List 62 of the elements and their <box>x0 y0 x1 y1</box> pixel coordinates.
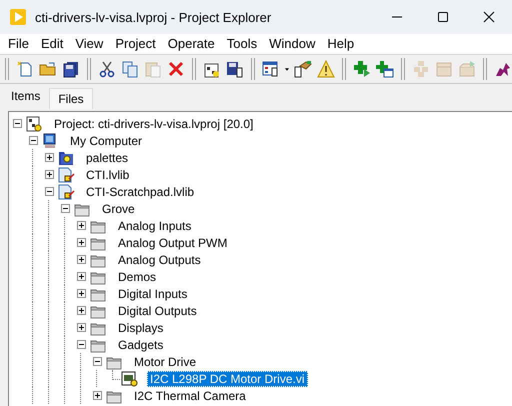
tree-item[interactable]: My Computer <box>67 132 146 148</box>
window-title: cti-drivers-lv-visa.lvproj - Project Explorer <box>35 10 272 24</box>
tree-item[interactable]: CTI.lvlib <box>83 166 132 182</box>
vi-file-icon <box>121 370 139 386</box>
deploy-icon[interactable] <box>294 60 312 78</box>
palette-icon <box>57 150 75 166</box>
window-view-icon[interactable] <box>262 60 280 78</box>
tree-item[interactable]: Motor Drive <box>131 354 200 370</box>
expand-icon[interactable] <box>44 170 54 179</box>
menu-item[interactable]: File <box>2 36 35 50</box>
copy-icon[interactable] <box>121 60 139 78</box>
expand-icon[interactable] <box>76 255 86 264</box>
scissors-icon[interactable] <box>98 60 116 78</box>
tree-item[interactable]: I2C Thermal Camera <box>131 388 249 404</box>
menu-item[interactable]: Tools <box>220 36 264 50</box>
library-icon <box>57 184 75 200</box>
open-folder-icon[interactable] <box>39 60 57 78</box>
floppy-disks-icon[interactable] <box>62 60 80 78</box>
collapse-icon[interactable] <box>28 136 38 145</box>
tree-item[interactable]: Grove <box>99 200 138 216</box>
tree-item[interactable]: Gadgets <box>115 336 166 352</box>
expand-icon[interactable] <box>76 272 86 281</box>
add-play-icon[interactable] <box>353 60 371 78</box>
menu-item[interactable]: Operate <box>162 36 221 50</box>
expand-icon[interactable] <box>44 153 54 162</box>
expand-icon[interactable] <box>76 306 86 315</box>
add-window-icon[interactable] <box>376 60 394 78</box>
tree-item[interactable]: Analog Output PWM <box>115 234 230 250</box>
new-file-icon[interactable] <box>16 60 34 78</box>
collapse-icon[interactable] <box>12 119 22 128</box>
menu-item[interactable]: Project <box>109 36 162 50</box>
collapse-icon[interactable] <box>76 340 86 349</box>
menu-item[interactable]: Window <box>263 36 322 50</box>
expand-icon[interactable] <box>76 289 86 298</box>
tree-item[interactable]: palettes <box>83 150 132 166</box>
tree-item[interactable]: I2C L298P DC Motor Drive.vi <box>147 370 308 386</box>
collapse-icon[interactable] <box>60 204 70 213</box>
menu-item[interactable]: Edit <box>34 36 70 50</box>
delete-icon[interactable] <box>167 60 185 78</box>
tab[interactable]: Files <box>49 88 93 109</box>
expand-icon[interactable] <box>76 221 86 230</box>
expand-icon[interactable] <box>76 238 86 247</box>
expand-icon[interactable] <box>76 323 86 332</box>
tree-item[interactable]: Project: cti-drivers-lv-visa.lvproj [20.0] <box>51 116 256 132</box>
tree-item[interactable]: CTI-Scratchpad.lvlib <box>83 184 198 200</box>
expand-icon[interactable] <box>92 391 102 400</box>
menu-item[interactable]: Help <box>321 36 360 50</box>
collapse-icon[interactable] <box>44 187 54 196</box>
library-icon <box>57 166 75 182</box>
save-hierarchy-icon[interactable] <box>226 60 244 78</box>
collapse-icon[interactable] <box>92 357 102 366</box>
tree-item[interactable]: Analog Inputs <box>115 218 194 234</box>
tree-item[interactable]: Displays <box>115 320 166 336</box>
dropdown-arrow-icon[interactable] <box>285 66 289 72</box>
tree-item[interactable]: Digital Inputs <box>115 286 190 302</box>
menu-item[interactable]: View <box>69 36 110 50</box>
tree-item[interactable]: Analog Outputs <box>115 252 204 268</box>
tree-item[interactable]: Digital Outputs <box>115 302 200 318</box>
warning-icon[interactable] <box>317 60 335 78</box>
tree-item[interactable]: Demos <box>115 268 160 284</box>
app-logo-icon <box>10 9 26 25</box>
project-icon <box>25 116 43 132</box>
